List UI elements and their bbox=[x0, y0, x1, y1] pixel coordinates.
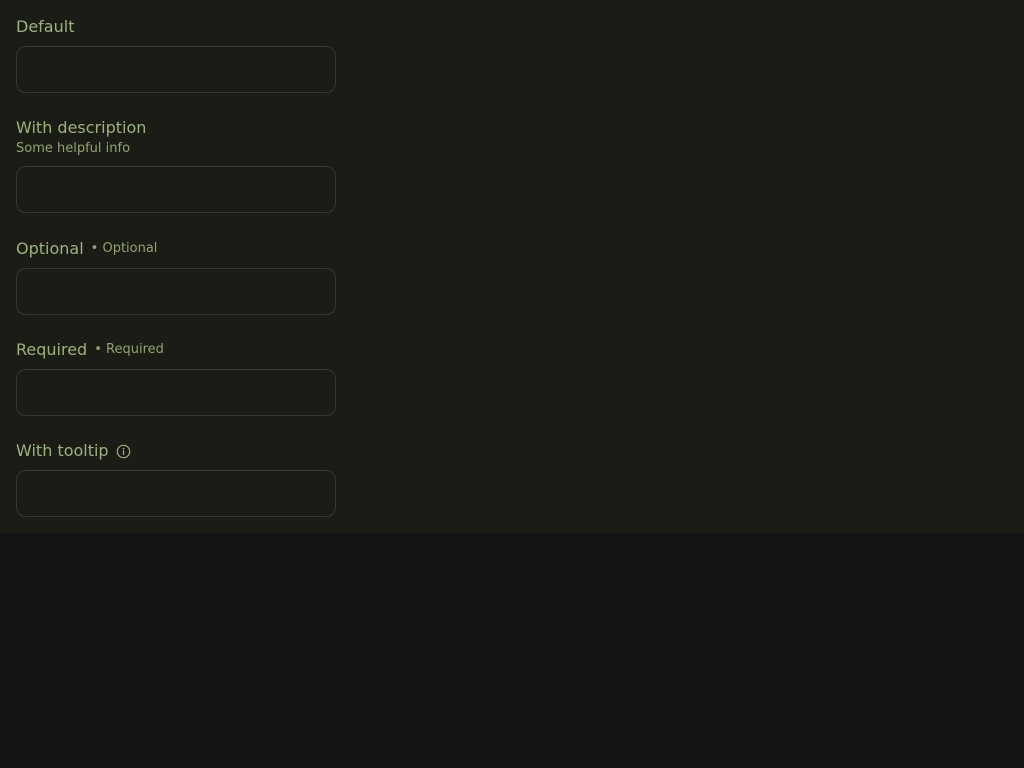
default-input[interactable] bbox=[16, 46, 336, 93]
field-with-description-label: With description bbox=[16, 118, 147, 137]
field-required-label: Required bbox=[16, 340, 88, 359]
optional-badge: • Optional bbox=[90, 241, 158, 256]
info-icon[interactable] bbox=[116, 444, 131, 459]
field-default: Default bbox=[16, 16, 336, 93]
required-input[interactable] bbox=[16, 369, 336, 416]
form-panel: Default With description Some helpful in… bbox=[0, 0, 1024, 533]
field-with-description-label-row: With description bbox=[16, 117, 336, 139]
field-required-label-row: Required • Required bbox=[16, 339, 336, 361]
field-optional: Optional • Optional bbox=[16, 238, 336, 315]
optional-input[interactable] bbox=[16, 268, 336, 315]
field-required: Required • Required bbox=[16, 339, 336, 416]
field-with-tooltip-label: With tooltip bbox=[16, 441, 109, 460]
field-description-text: Some helpful info bbox=[16, 141, 131, 156]
field-with-description: With description Some helpful info bbox=[16, 117, 336, 213]
field-default-label-row: Default bbox=[16, 16, 336, 38]
field-optional-label: Optional bbox=[16, 239, 84, 258]
required-badge: • Required bbox=[94, 342, 164, 357]
with-tooltip-input[interactable] bbox=[16, 470, 336, 517]
field-optional-label-row: Optional • Optional bbox=[16, 238, 336, 260]
with-description-input[interactable] bbox=[16, 166, 336, 213]
field-with-tooltip-label-row: With tooltip bbox=[16, 440, 336, 462]
field-with-tooltip: With tooltip bbox=[16, 440, 336, 517]
info-icon-glyph bbox=[116, 444, 130, 458]
field-default-label: Default bbox=[16, 17, 75, 36]
